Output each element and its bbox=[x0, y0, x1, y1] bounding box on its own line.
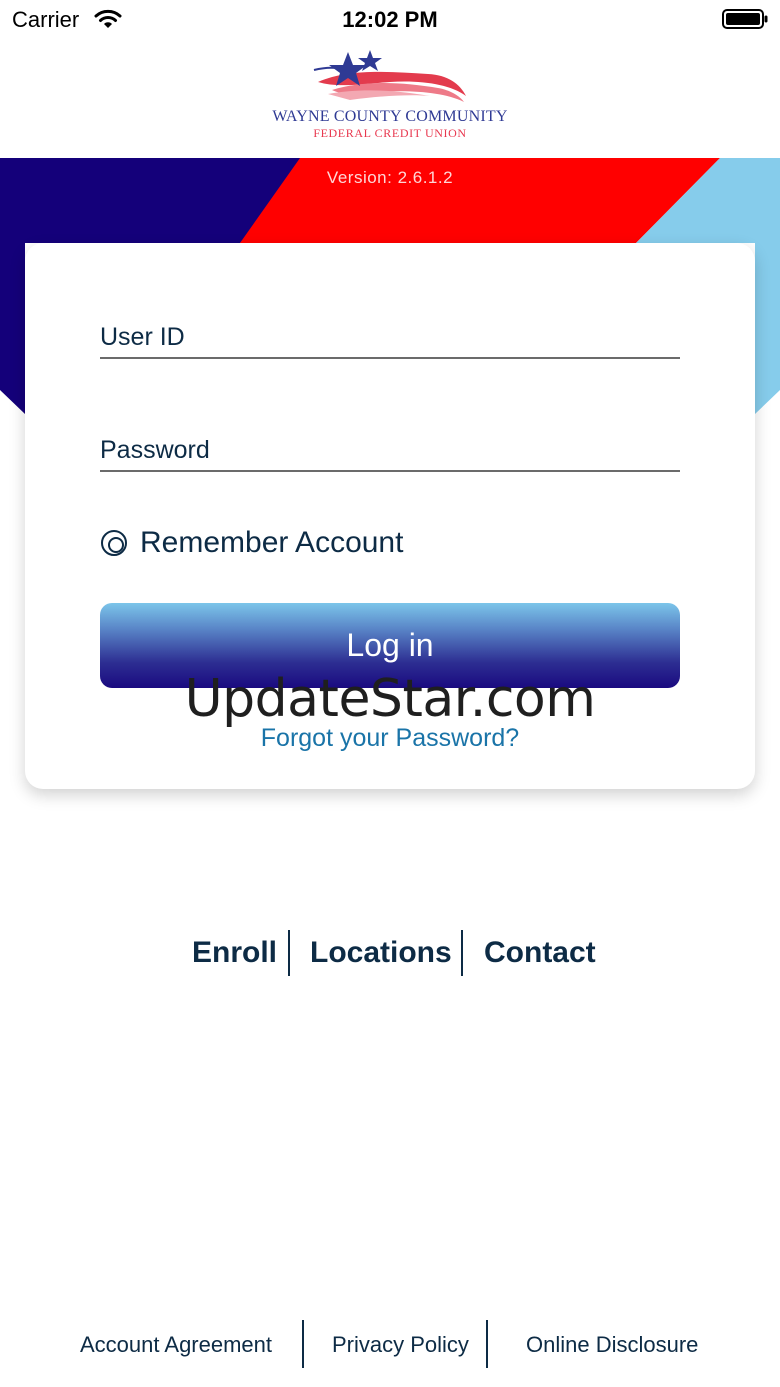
clock: 12:02 PM bbox=[342, 7, 438, 32]
login-card: Remember Account Log in UpdateStar.com F… bbox=[25, 243, 755, 789]
user-id-input[interactable] bbox=[100, 303, 680, 357]
logo-title: WAYNE COUNTY COMMUNITY bbox=[272, 108, 508, 125]
footer-links: Account Agreement Privacy Policy Online … bbox=[0, 1320, 780, 1368]
flag-stars-logo bbox=[313, 50, 466, 102]
account-agreement-link[interactable]: Account Agreement bbox=[80, 1332, 272, 1358]
secondary-nav: Enroll Locations Contact bbox=[0, 930, 780, 976]
forgot-password-link[interactable]: Forgot your Password? bbox=[25, 724, 755, 753]
privacy-policy-link[interactable]: Privacy Policy bbox=[332, 1332, 469, 1358]
remember-account-label: Remember Account bbox=[140, 526, 404, 559]
password-field[interactable] bbox=[100, 416, 680, 472]
status-bar: Carrier 12:02 PM bbox=[0, 0, 780, 40]
footer-divider bbox=[486, 1320, 488, 1368]
online-disclosure-link[interactable]: Online Disclosure bbox=[526, 1332, 698, 1358]
watermark: UpdateStar.com bbox=[184, 669, 596, 729]
logo-subtitle: FEDERAL CREDIT UNION bbox=[313, 126, 467, 140]
user-id-field[interactable] bbox=[100, 303, 680, 359]
footer-divider bbox=[302, 1320, 304, 1368]
enroll-link[interactable]: Enroll bbox=[192, 936, 277, 970]
nav-divider bbox=[288, 930, 290, 976]
credit-union-logo: WAYNE COUNTY COMMUNITY FEDERAL CREDIT UN… bbox=[260, 48, 520, 144]
version-label: Version: 2.6.1.2 bbox=[326, 168, 454, 187]
battery-icon bbox=[722, 9, 768, 29]
contact-link[interactable]: Contact bbox=[484, 936, 596, 970]
locations-link[interactable]: Locations bbox=[310, 936, 452, 970]
radio-unchecked-icon[interactable] bbox=[101, 530, 127, 556]
remember-account-toggle[interactable]: Remember Account bbox=[101, 523, 403, 563]
password-input[interactable] bbox=[100, 416, 680, 470]
nav-divider bbox=[461, 930, 463, 976]
